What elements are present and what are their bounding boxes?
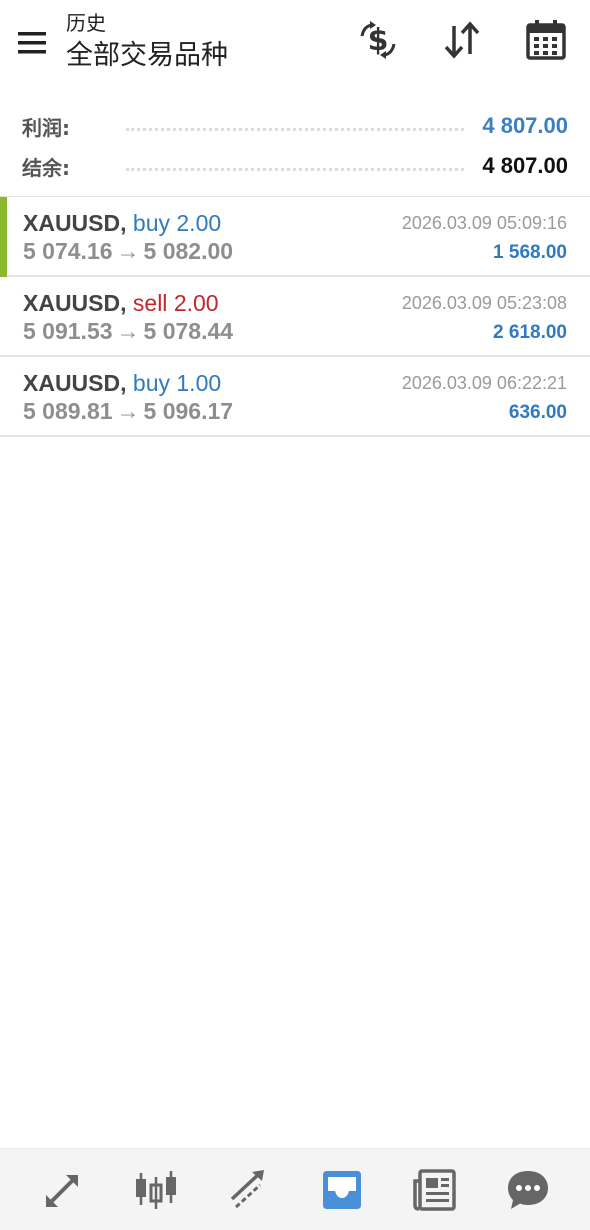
deal-time: 2026.03.09 05:09:16 (401, 213, 567, 233)
deal-time: 2026.03.09 06:22:21 (401, 373, 567, 393)
deal-volume: 2.00 (173, 290, 219, 316)
deal-symbol: XAUUSD (23, 370, 121, 396)
close-price: 5 082.00 (143, 238, 234, 264)
deal-volume: 2.00 (176, 210, 222, 236)
deal-time: 2026.03.09 05:23:08 (401, 293, 567, 313)
arrow-right-icon: → (116, 238, 140, 264)
trade-icon[interactable] (219, 1160, 279, 1220)
deal-profit: 636.00 (508, 402, 567, 423)
deal-profit: 2 618.00 (493, 322, 567, 343)
deal-type: buy (132, 370, 170, 396)
dotted-leader (126, 167, 465, 171)
symbol-filter-title: 全部交易品种 (66, 40, 228, 71)
chat-icon[interactable] (498, 1160, 558, 1220)
menu-icon[interactable] (16, 28, 50, 58)
header-actions: $ (356, 18, 568, 62)
separator: , (120, 290, 133, 316)
profit-row: 利润: 4 807.00 (22, 106, 568, 146)
bottom-navigation (0, 1148, 590, 1230)
dotted-leader (126, 127, 465, 131)
deal-prices: 5 091.53 → 5 078.44 (23, 317, 233, 345)
deal-type: sell (132, 290, 168, 316)
page-title: 历史 (66, 11, 106, 35)
open-price: 5 089.81 (23, 398, 113, 424)
deal-header: XAUUSD, sell 2.00 (23, 289, 219, 317)
quotes-icon[interactable] (33, 1160, 93, 1220)
deal-symbol: XAUUSD (23, 290, 121, 316)
deal-type: buy (132, 210, 170, 236)
arrow-right-icon: → (116, 318, 140, 344)
deal-prices: 5 089.81 → 5 096.17 (23, 397, 233, 425)
balance-value: 4 807.00 (482, 153, 568, 178)
profit-value: 4 807.00 (482, 113, 568, 138)
currency-exchange-icon[interactable]: $ (356, 18, 400, 62)
arrow-right-icon: → (116, 398, 140, 424)
separator: , (120, 210, 133, 236)
open-price: 5 091.53 (23, 318, 113, 344)
deal-row[interactable]: XAUUSD, sell 2.00 5 091.53 → 5 078.44 2026… (0, 277, 590, 357)
deal-row[interactable]: XAUUSD, buy 1.00 5 089.81 → 5 096.17 2026.… (0, 357, 590, 437)
deal-header: XAUUSD, buy 1.00 (23, 369, 221, 397)
sort-icon[interactable] (440, 18, 484, 62)
deals-list: XAUUSD, buy 2.00 5 074.16 → 5 082.00 2026.… (0, 197, 590, 437)
deal-row[interactable]: XAUUSD, buy 2.00 5 074.16 → 5 082.00 2026.… (0, 197, 590, 277)
news-icon[interactable] (405, 1160, 465, 1220)
separator: , (120, 370, 133, 396)
history-icon[interactable] (312, 1160, 372, 1220)
calendar-icon[interactable] (524, 18, 568, 62)
open-price: 5 074.16 (23, 238, 113, 264)
deal-header: XAUUSD, buy 2.00 (23, 209, 221, 237)
deal-symbol: XAUUSD (23, 210, 121, 236)
close-price: 5 096.17 (143, 398, 234, 424)
balance-row: 结余: 4 807.00 (22, 146, 568, 186)
top-app-bar: 历史 全部交易品种 $ (0, 0, 590, 100)
deal-profit: 1 568.00 (493, 242, 567, 263)
deal-volume: 1.00 (176, 370, 222, 396)
deal-prices: 5 074.16 → 5 082.00 (23, 237, 233, 265)
title-block[interactable]: 历史 全部交易品种 (66, 10, 228, 74)
selected-indicator (0, 197, 7, 277)
balance-label: 结余: (22, 155, 70, 180)
chart-icon[interactable] (126, 1160, 186, 1220)
close-price: 5 078.44 (143, 318, 234, 344)
profit-label: 利润: (22, 115, 70, 140)
summary-panel: 利润: 4 807.00 结余: 4 807.00 (0, 100, 590, 197)
